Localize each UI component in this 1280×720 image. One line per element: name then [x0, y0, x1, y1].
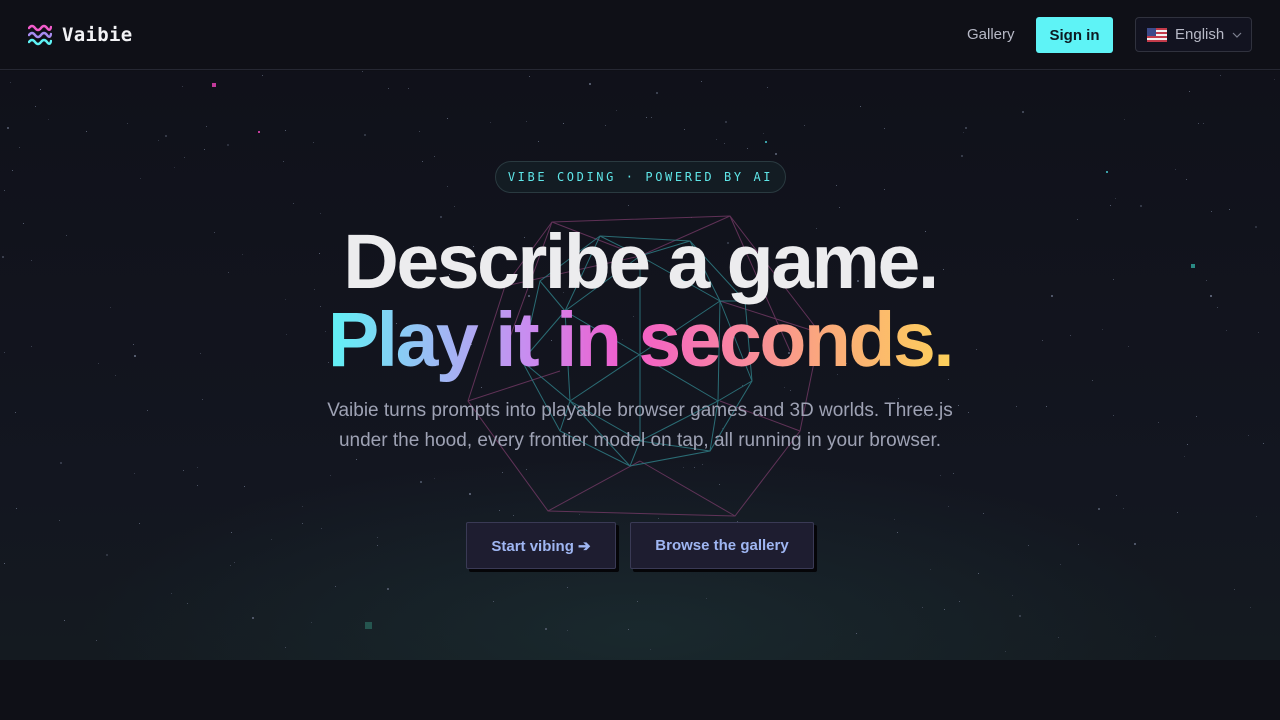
chevron-down-icon — [1232, 32, 1242, 38]
language-label: English — [1175, 26, 1225, 43]
hero-badge: VIBE CODING · POWERED BY AI — [495, 161, 786, 193]
sign-in-button[interactable]: Sign in — [1036, 17, 1113, 53]
hero-subtitle: Vaibie turns prompts into playable brows… — [327, 400, 953, 451]
headline-line-1: Describe a game. — [343, 219, 939, 305]
headline-gradient-text: Play it in seconds. — [327, 297, 955, 383]
brand-name: Vaibie — [62, 24, 133, 46]
top-navbar: Vaibie Gallery Sign in English — [0, 0, 1280, 70]
browse-gallery-button[interactable]: Browse the gallery — [630, 522, 814, 569]
headline-line-2: Play it in seconds. — [0, 296, 1280, 385]
language-selector[interactable]: English — [1135, 17, 1252, 52]
page-footer-area — [0, 660, 1280, 720]
waves-logo-icon — [28, 24, 52, 46]
start-vibing-button[interactable]: Start vibing ➔ — [466, 522, 616, 569]
nav-link-gallery[interactable]: Gallery — [967, 26, 1015, 43]
brand-logo-link[interactable]: Vaibie — [28, 22, 132, 48]
us-flag-icon — [1147, 27, 1167, 42]
